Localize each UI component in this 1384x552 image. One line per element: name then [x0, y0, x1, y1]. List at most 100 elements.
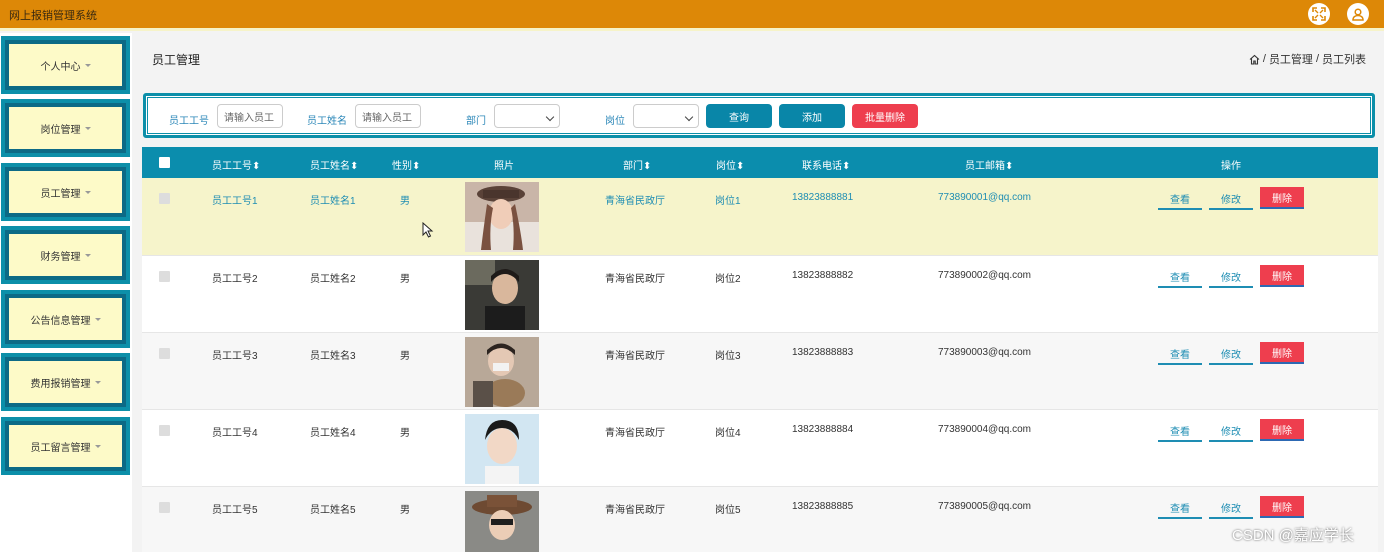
watermark: CSDN @嘉应学长 — [1232, 527, 1354, 544]
edit-button[interactable]: 修改 — [1209, 497, 1253, 519]
cell-email: 773890001@qq.com — [938, 192, 1031, 203]
home-icon[interactable] — [1249, 54, 1260, 65]
table-header: 员工工号⬍ 员工姓名⬍ 性别⬍ 照片 部门⬍ 岗位⬍ 联系电话⬍ 员工邮箱⬍ 操… — [142, 147, 1378, 178]
edit-button[interactable]: 修改 — [1209, 188, 1253, 210]
breadcrumb-employee-list: 员工列表 — [1322, 54, 1366, 66]
employee-photo — [465, 337, 539, 407]
fullscreen-icon[interactable] — [1308, 3, 1330, 25]
employee-photo — [465, 182, 539, 252]
app-title: 网上报销管理系统 — [9, 10, 97, 22]
breadcrumb-employee-management[interactable]: 员工管理 — [1269, 51, 1313, 67]
table-row[interactable]: 员工工号1 员工姓名1 男 青海省民政厅 岗位1 13823888881 773… — [142, 178, 1378, 256]
user-icon[interactable] — [1347, 3, 1369, 25]
header-dept[interactable]: 部门⬍ — [623, 157, 651, 172]
sidebar-item-label: 公告信息管理 — [30, 315, 91, 327]
sidebar-item-label: 财务管理 — [40, 251, 81, 263]
employee-table: 员工工号⬍ 员工姓名⬍ 性别⬍ 照片 部门⬍ 岗位⬍ 联系电话⬍ 员工邮箱⬍ 操… — [142, 147, 1378, 552]
search-panel: 员工工号 请输入员工 员工姓名 请输入员工 部门 岗位 查询 添加 批量删除 — [143, 93, 1375, 138]
view-button[interactable]: 查看 — [1158, 343, 1202, 365]
chevron-down-icon — [545, 112, 555, 122]
row-checkbox[interactable] — [159, 348, 170, 359]
header-email[interactable]: 员工邮箱⬍ — [965, 157, 1013, 172]
main-content: 员工管理 / 员工管理 / 员工列表 员工工号 请输入员工 员工姓名 请输入员工… — [140, 33, 1384, 552]
sidebar-item-label: 员工留言管理 — [30, 442, 91, 454]
sidebar: 个人中心 岗位管理 员工管理 财务管理 公告信息管理 费用报销管理 员工留言管理 — [0, 33, 132, 552]
header-gender[interactable]: 性别⬍ — [392, 157, 420, 172]
sidebar-item-personal-center[interactable]: 个人中心 — [1, 36, 130, 94]
header-emp-name[interactable]: 员工姓名⬍ — [310, 157, 358, 172]
sidebar-item-expense-management[interactable]: 费用报销管理 — [1, 353, 130, 411]
select-all-checkbox[interactable] — [159, 157, 170, 168]
cell-gender: 男 — [400, 351, 410, 362]
row-checkbox[interactable] — [159, 425, 170, 436]
table-row[interactable]: 员工工号3 员工姓名3 男 青海省民政厅 岗位3 13823888883 773… — [142, 333, 1378, 410]
cell-gender: 男 — [400, 196, 410, 207]
cell-post: 岗位1 — [715, 196, 741, 207]
add-button[interactable]: 添加 — [779, 104, 845, 128]
edit-button[interactable]: 修改 — [1209, 343, 1253, 365]
view-button[interactable]: 查看 — [1158, 497, 1202, 519]
edit-button[interactable]: 修改 — [1209, 420, 1253, 442]
employee-photo — [465, 260, 539, 330]
cell-emp-no: 员工工号5 — [212, 505, 258, 516]
delete-button[interactable]: 删除 — [1260, 187, 1304, 209]
sidebar-item-label: 个人中心 — [40, 61, 81, 73]
chevron-down-icon — [84, 253, 91, 257]
view-button[interactable]: 查看 — [1158, 266, 1202, 288]
chevron-down-icon — [94, 317, 101, 321]
delete-button[interactable]: 删除 — [1260, 419, 1304, 441]
cell-dept: 青海省民政厅 — [605, 351, 665, 362]
row-checkbox[interactable] — [159, 193, 170, 204]
cell-emp-name: 员工姓名1 — [310, 196, 356, 207]
cell-gender: 男 — [400, 428, 410, 439]
cell-emp-name: 员工姓名3 — [310, 351, 356, 362]
edit-button[interactable]: 修改 — [1209, 266, 1253, 288]
sidebar-item-post-management[interactable]: 岗位管理 — [1, 99, 130, 157]
delete-button[interactable]: 删除 — [1260, 496, 1304, 518]
cell-post: 岗位5 — [715, 505, 741, 516]
view-button[interactable]: 查看 — [1158, 188, 1202, 210]
cell-gender: 男 — [400, 274, 410, 285]
cell-dept: 青海省民政厅 — [605, 505, 665, 516]
post-select[interactable] — [633, 104, 699, 128]
table-row[interactable]: 员工工号4 员工姓名4 男 青海省民政厅 岗位4 13823888884 773… — [142, 410, 1378, 487]
sidebar-item-employee-management[interactable]: 员工管理 — [1, 163, 130, 221]
cell-emp-no: 员工工号2 — [212, 274, 258, 285]
table-row[interactable]: 员工工号5 员工姓名5 男 青海省民政厅 岗位5 13823888885 773… — [142, 487, 1378, 552]
emp-name-label: 员工姓名 — [307, 116, 347, 127]
batch-delete-button[interactable]: 批量删除 — [852, 104, 918, 128]
employee-photo — [465, 414, 539, 484]
view-button[interactable]: 查看 — [1158, 420, 1202, 442]
sidebar-item-label: 员工管理 — [40, 188, 81, 200]
emp-name-input[interactable]: 请输入员工 — [355, 104, 421, 128]
sidebar-item-notice-management[interactable]: 公告信息管理 — [1, 290, 130, 348]
sidebar-item-label: 岗位管理 — [40, 124, 81, 136]
delete-button[interactable]: 删除 — [1260, 342, 1304, 364]
cell-email: 773890005@qq.com — [938, 501, 1031, 512]
post-label: 岗位 — [605, 116, 625, 127]
cell-emp-no: 员工工号4 — [212, 428, 258, 439]
cell-email: 773890003@qq.com — [938, 347, 1031, 358]
sidebar-item-finance-management[interactable]: 财务管理 — [1, 226, 130, 284]
cell-emp-name: 员工姓名2 — [310, 274, 356, 285]
cell-dept: 青海省民政厅 — [605, 274, 665, 285]
dept-select[interactable] — [494, 104, 560, 128]
cell-post: 岗位3 — [715, 351, 741, 362]
dept-label: 部门 — [466, 116, 486, 127]
emp-no-input[interactable]: 请输入员工 — [217, 104, 283, 128]
chevron-down-icon — [84, 126, 91, 130]
delete-button[interactable]: 删除 — [1260, 265, 1304, 287]
header-post[interactable]: 岗位⬍ — [716, 157, 744, 172]
header-photo: 照片 — [494, 161, 514, 172]
cell-email: 773890004@qq.com — [938, 424, 1031, 435]
sidebar-item-message-management[interactable]: 员工留言管理 — [1, 417, 130, 475]
query-button[interactable]: 查询 — [706, 104, 772, 128]
cell-phone: 13823888881 — [792, 192, 854, 203]
cell-post: 岗位4 — [715, 428, 741, 439]
table-row[interactable]: 员工工号2 员工姓名2 男 青海省民政厅 岗位2 13823888882 773… — [142, 256, 1378, 333]
header-phone[interactable]: 联系电话⬍ — [802, 157, 850, 172]
mouse-cursor-icon — [422, 222, 434, 238]
row-checkbox[interactable] — [159, 271, 170, 282]
header-emp-no[interactable]: 员工工号⬍ — [212, 157, 260, 172]
row-checkbox[interactable] — [159, 502, 170, 513]
